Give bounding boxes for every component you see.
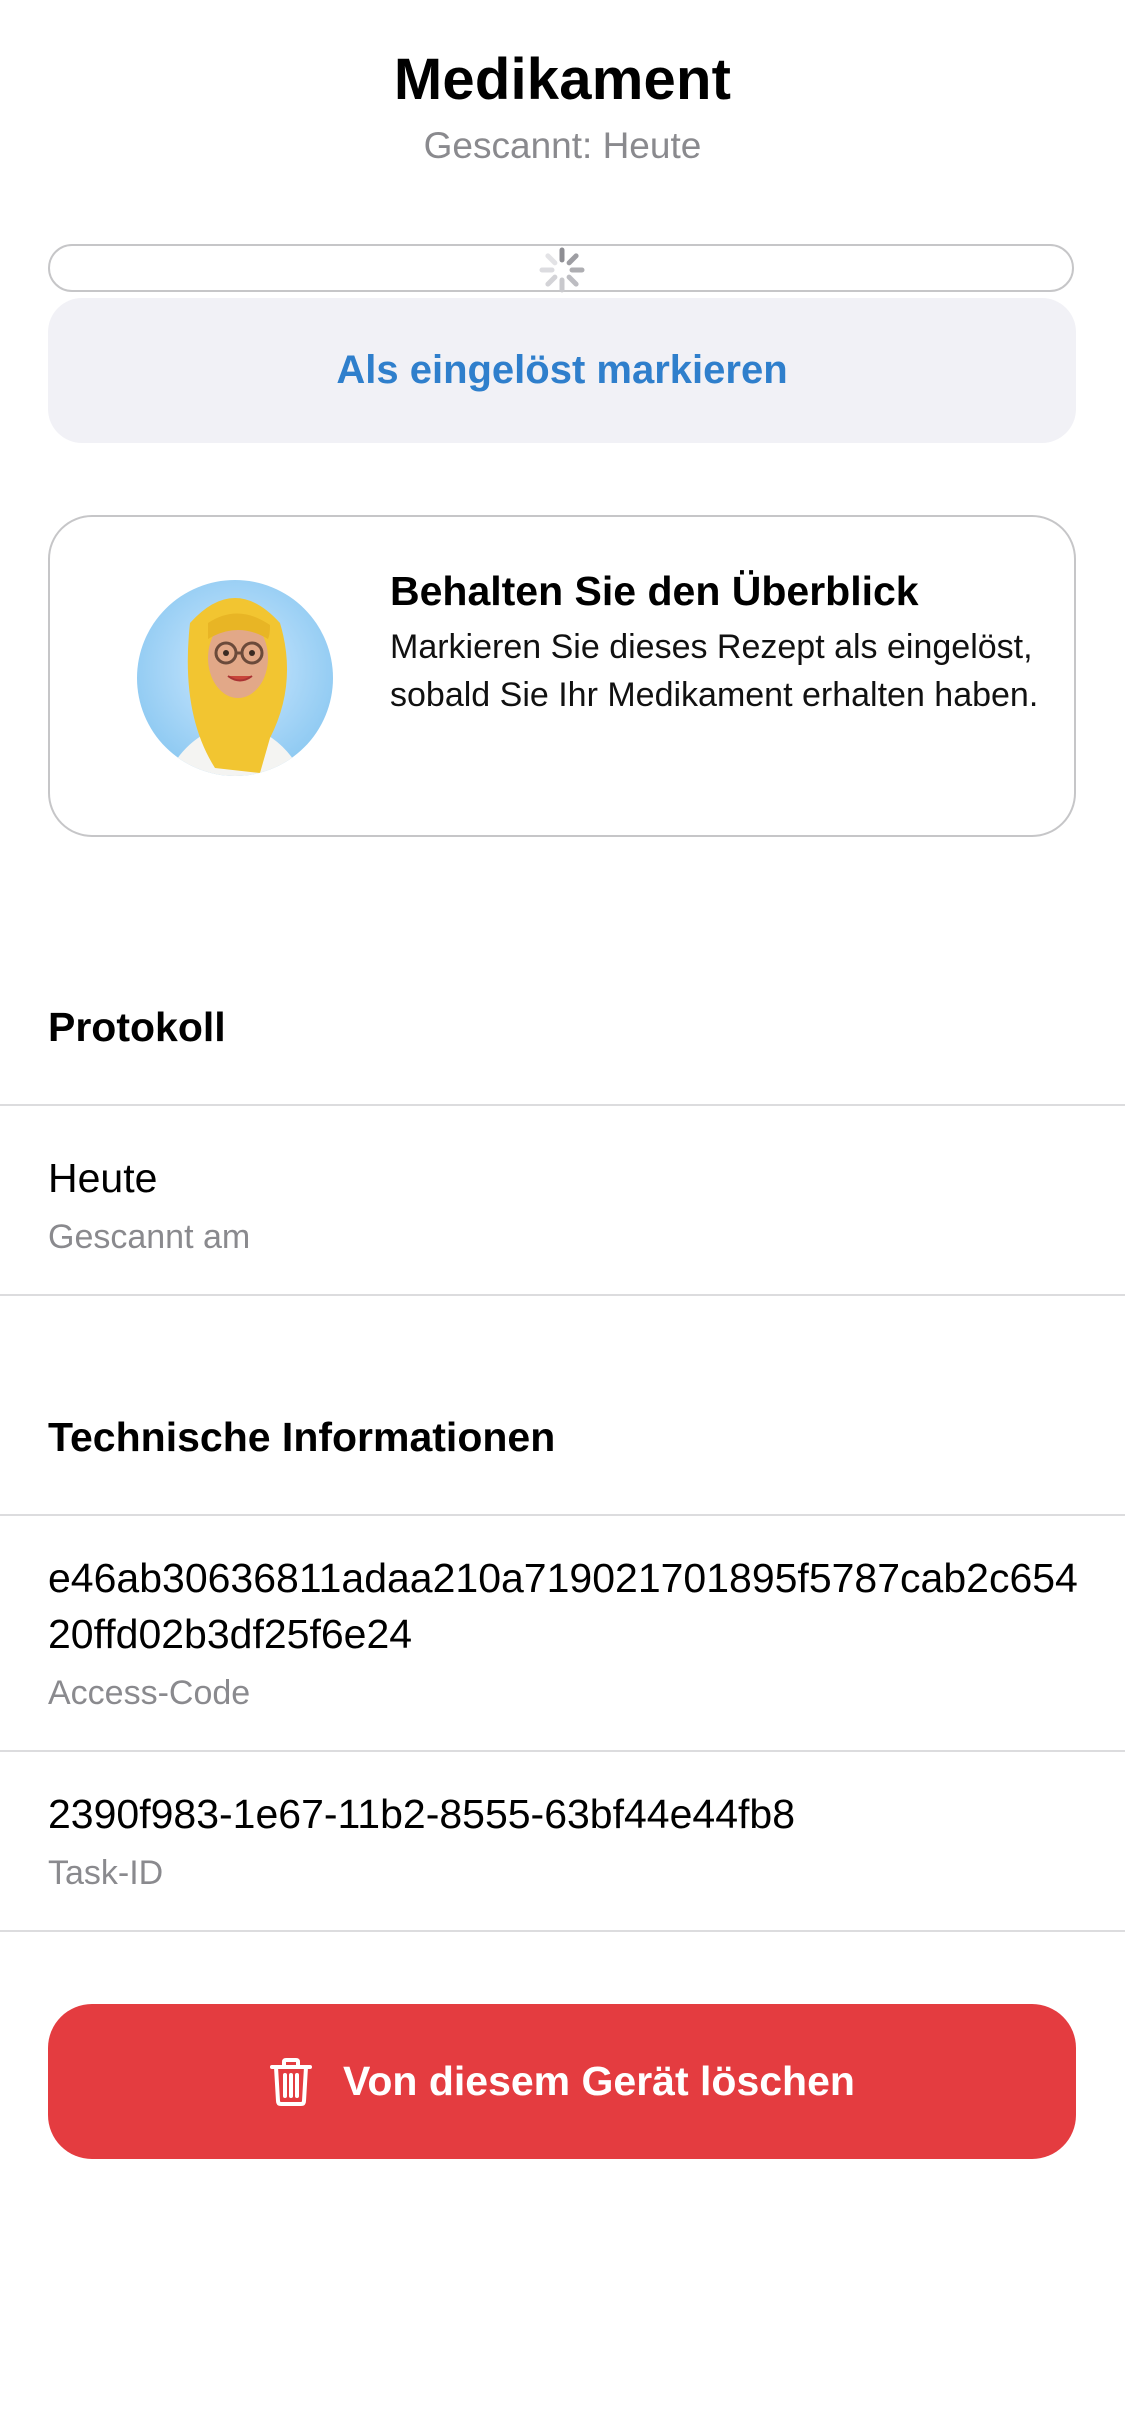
divider xyxy=(0,1514,1125,1516)
avatar-illustration xyxy=(137,580,333,776)
trash-icon xyxy=(270,2057,313,2106)
task-id-value[interactable]: 2390f983-1e67-11b2-8555-63bf44e44fb8 xyxy=(48,1786,795,1842)
task-id-label: Task-ID xyxy=(48,1854,164,1892)
activity-spinner-icon xyxy=(539,247,585,293)
info-card: Behalten Sie den Überblick Markieren Sie… xyxy=(48,515,1076,837)
divider xyxy=(0,1930,1125,1932)
delete-from-device-button[interactable]: Von diesem Gerät löschen xyxy=(48,2004,1076,2159)
page-title: Medikament xyxy=(393,47,732,112)
access-code-label: Access-Code xyxy=(48,1674,251,1712)
divider xyxy=(0,1104,1125,1106)
info-card-heading: Behalten Sie den Überblick xyxy=(390,568,919,614)
mark-redeemed-button[interactable]: Als eingelöst markieren xyxy=(48,298,1076,443)
protocol-section-heading: Protokoll xyxy=(48,1004,226,1050)
info-card-body: Markieren Sie dieses Rezept als eingelös… xyxy=(390,628,1039,714)
protocol-row-label: Gescannt am xyxy=(48,1218,251,1256)
header: Medikament Gescannt: Heute xyxy=(0,44,1125,168)
medication-detail-screen: Medikament Gescannt: Heute Als eingelöst… xyxy=(0,0,1125,2436)
divider xyxy=(0,1294,1125,1296)
technical-section-heading: Technische Informationen xyxy=(48,1414,556,1460)
protocol-row-value: Heute xyxy=(48,1155,158,1201)
scan-date-subtitle: Gescannt: Heute xyxy=(423,125,702,166)
divider xyxy=(0,1750,1125,1752)
delete-button-label: Von diesem Gerät löschen xyxy=(343,2058,855,2104)
access-code-value[interactable]: e46ab30636811adaa210a719021701895f5787ca… xyxy=(48,1550,1098,1662)
